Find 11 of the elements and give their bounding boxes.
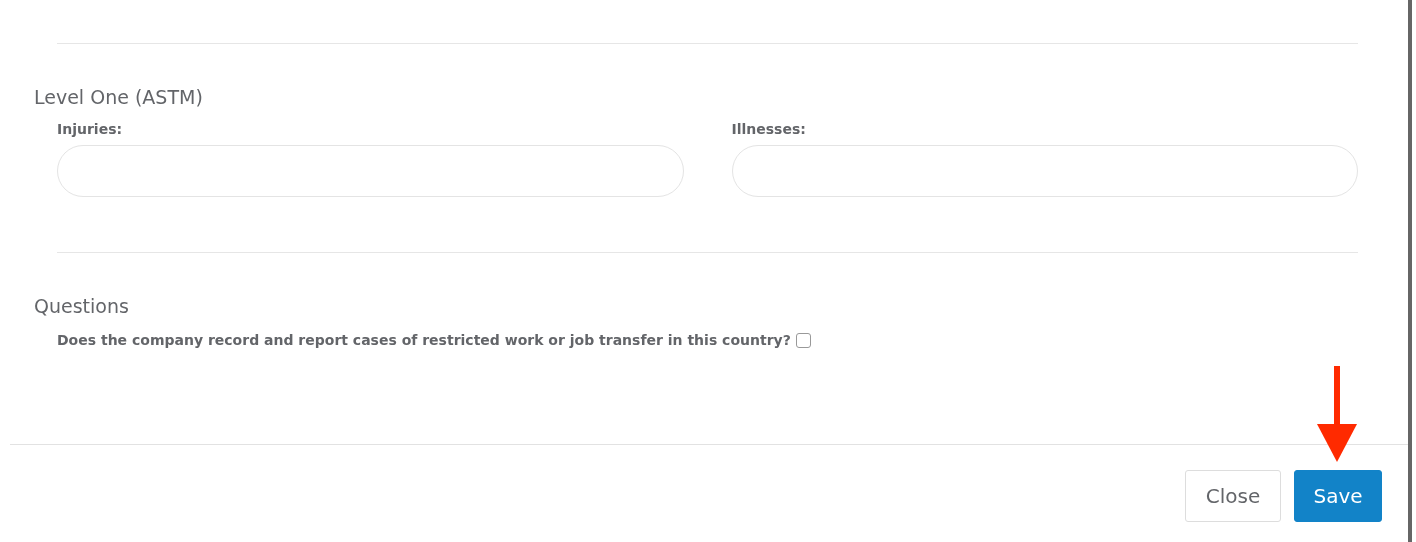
close-button[interactable]: Close	[1185, 470, 1281, 522]
input-field[interactable]	[57, 145, 684, 197]
field-label: Illnesses:	[731, 121, 806, 137]
input-field[interactable]	[731, 145, 1358, 197]
section-title: Level One (ASTM)	[34, 85, 203, 109]
checkbox[interactable]	[795, 332, 811, 348]
field-label: Injuries:	[57, 121, 123, 137]
arrow-icon	[1317, 366, 1357, 462]
question-text: Does the company record and report cases of restricted work or job transfer in this country?	[57, 332, 791, 348]
save-button[interactable]: Save	[1294, 470, 1382, 522]
section-title: Questions	[34, 294, 129, 318]
